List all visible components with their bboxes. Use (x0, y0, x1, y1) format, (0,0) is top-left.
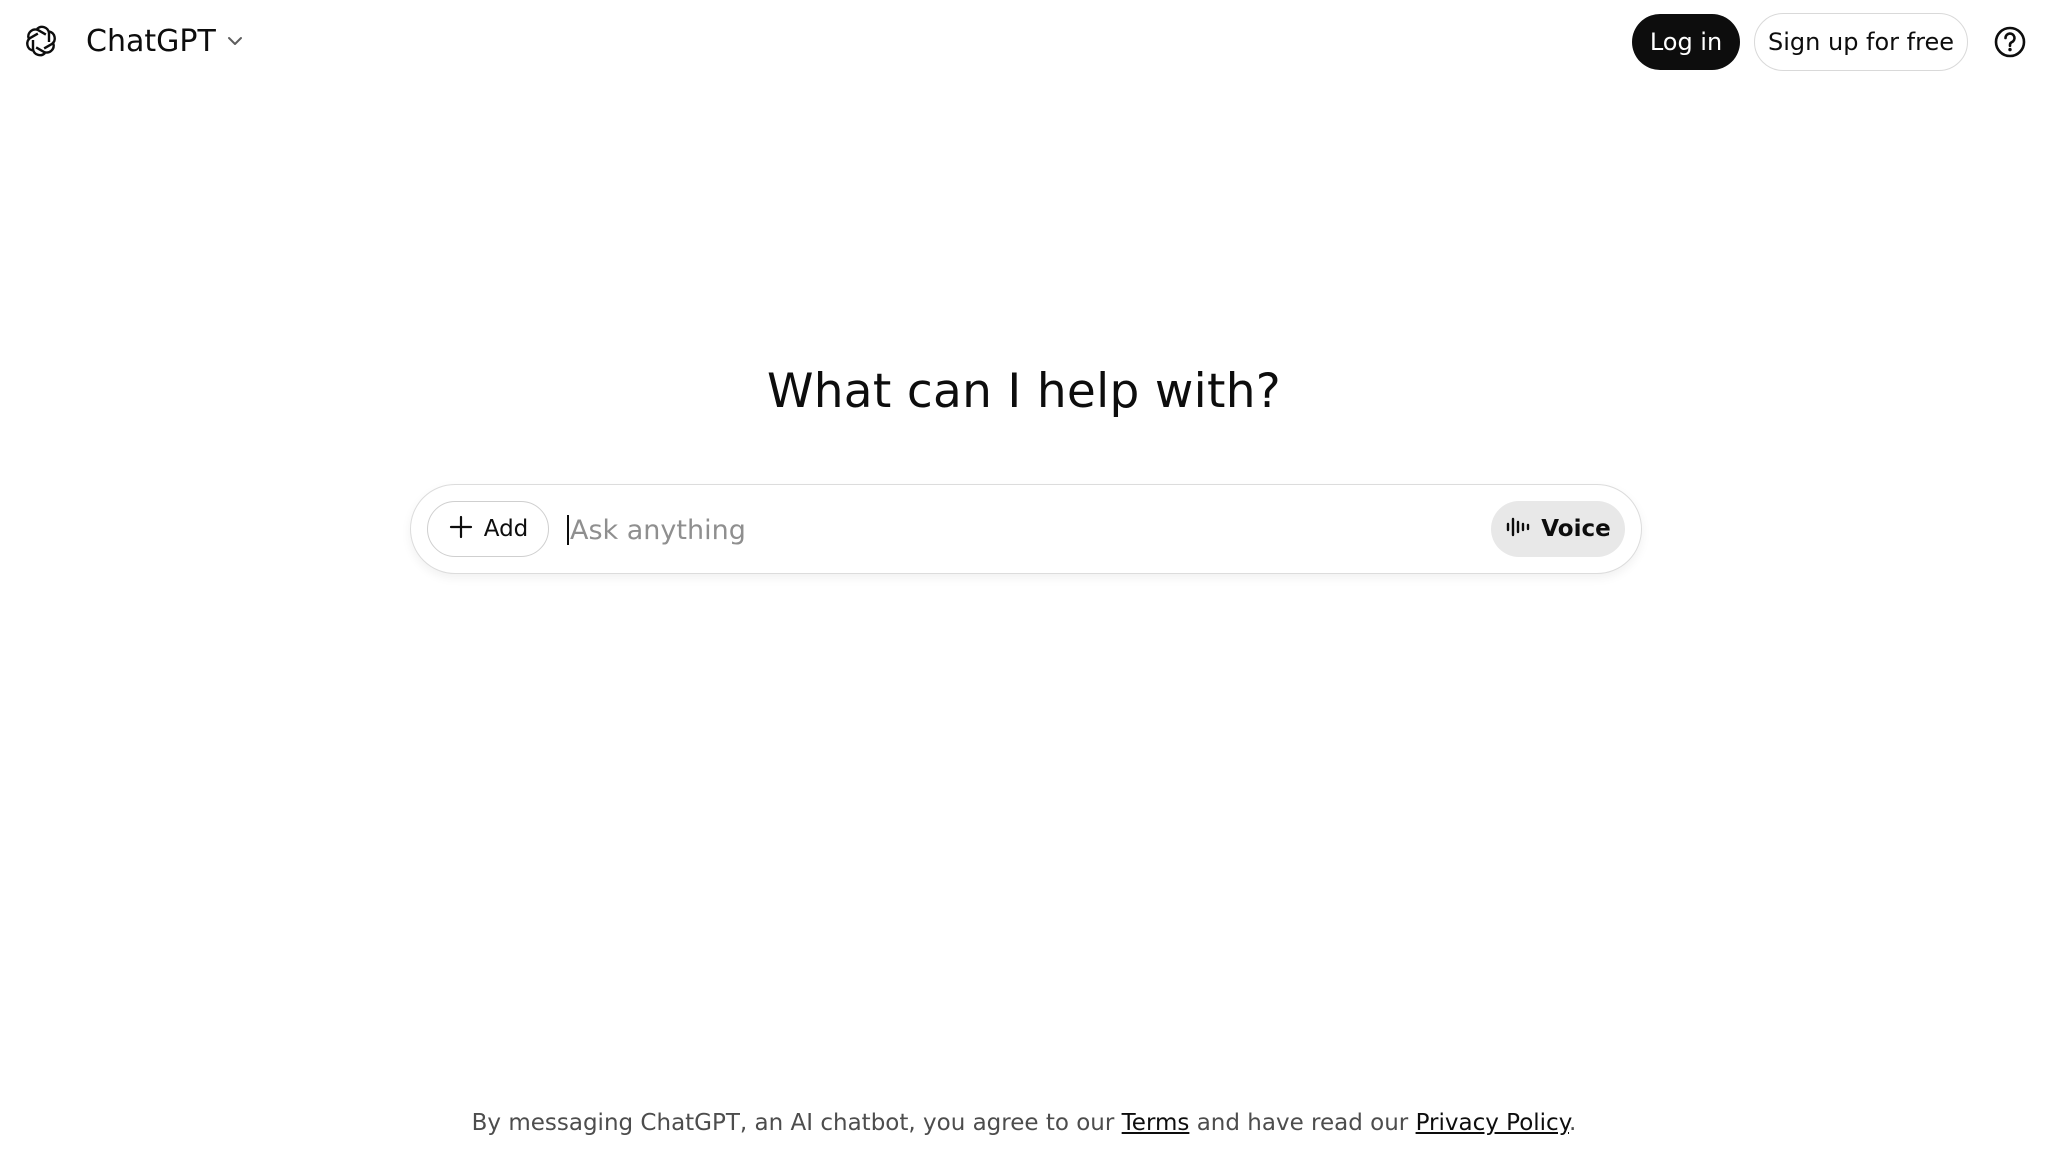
prompt-input[interactable] (570, 510, 1350, 550)
top-bar: ChatGPT Log in Sign up for free (0, 0, 2048, 84)
privacy-policy-link[interactable]: Privacy Policy (1416, 1110, 1569, 1136)
legal-footer: By messaging ChatGPT, an AI chatbot, you… (0, 1110, 2048, 1136)
waveform-icon (1505, 515, 1531, 543)
page-title: What can I help with? (766, 364, 1282, 419)
signup-button[interactable]: Sign up for free (1754, 13, 1968, 71)
model-name: ChatGPT (86, 23, 216, 59)
openai-logo-icon[interactable] (22, 22, 60, 60)
composer: Add Voice (410, 484, 1642, 574)
footer-prefix: By messaging ChatGPT, an AI chatbot, you… (471, 1110, 1122, 1136)
chevron-down-icon (226, 32, 244, 50)
plus-icon (448, 514, 474, 544)
terms-link[interactable]: Terms (1122, 1110, 1190, 1136)
model-switcher[interactable]: ChatGPT (74, 16, 256, 66)
voice-button[interactable]: Voice (1491, 501, 1625, 557)
footer-middle: and have read our (1189, 1110, 1416, 1136)
page: ChatGPT Log in Sign up for free What can… (0, 0, 2048, 1152)
login-button[interactable]: Log in (1632, 14, 1740, 70)
voice-button-label: Voice (1541, 516, 1611, 542)
prompt-input-wrapper (567, 507, 1367, 553)
add-button-label: Add (483, 516, 529, 542)
footer-suffix: . (1569, 1110, 1577, 1136)
add-button[interactable]: Add (427, 501, 549, 557)
help-circle-icon[interactable] (1992, 24, 2028, 60)
text-caret (567, 515, 569, 545)
